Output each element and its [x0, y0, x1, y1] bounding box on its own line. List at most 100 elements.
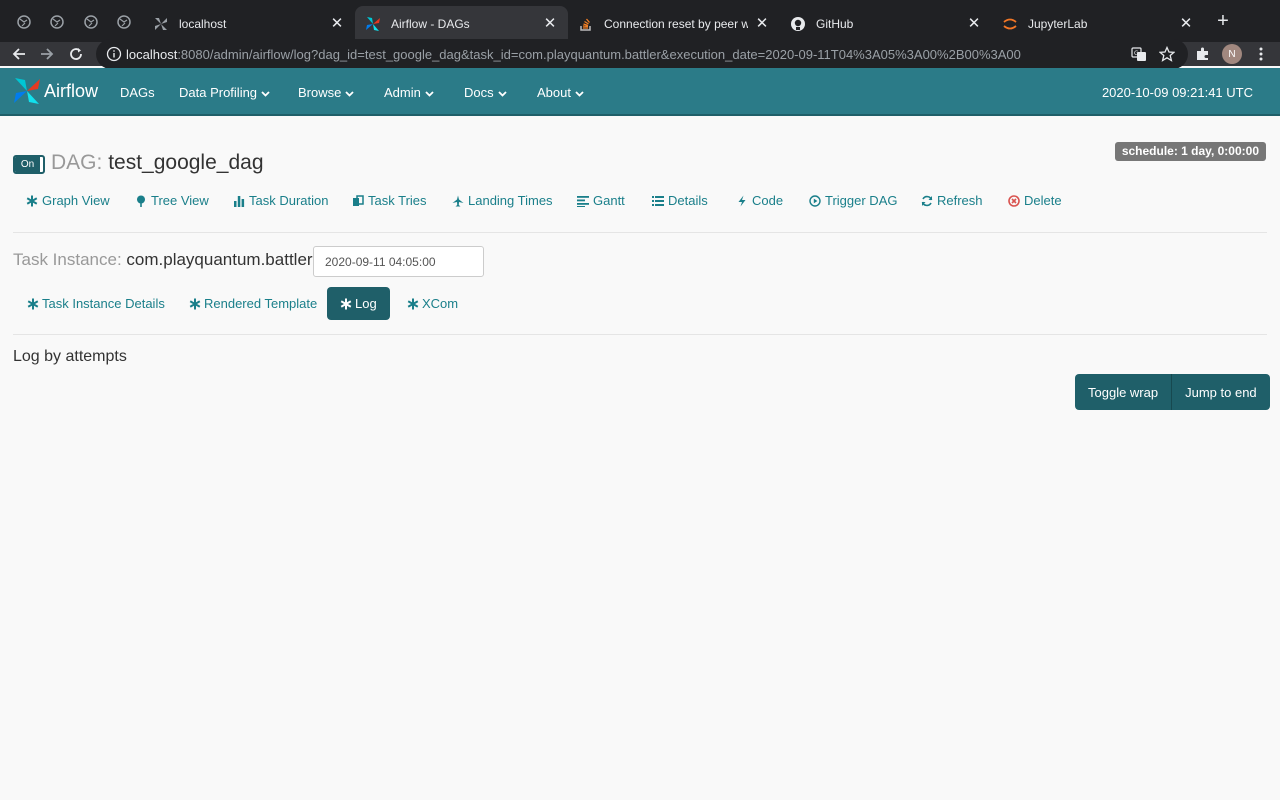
site-info-icon[interactable]	[106, 46, 122, 62]
nav-graph-view[interactable]: Graph View	[26, 193, 110, 208]
remove-circle-icon	[1008, 194, 1020, 207]
execution-date-input[interactable]	[313, 246, 484, 277]
nav-label: Gantt	[593, 193, 625, 208]
browser-tab[interactable]: GitHub ✕	[780, 6, 992, 42]
asterisk-icon	[407, 298, 419, 310]
nav-label: DAGs	[120, 85, 155, 100]
refresh-icon	[921, 195, 933, 207]
asterisk-icon	[27, 298, 39, 310]
dag-on-off-toggle[interactable]: On	[13, 155, 45, 174]
asterisk-icon	[340, 298, 352, 310]
nav-trigger-dag[interactable]: Trigger DAG	[809, 193, 897, 208]
airflow-navbar: Airflow DAGs Data Profiling Browse Admin…	[0, 68, 1280, 116]
plane-icon	[452, 195, 464, 207]
nav-details[interactable]: Details	[652, 193, 708, 208]
chevron-down-icon	[575, 85, 584, 100]
close-tab-icon[interactable]: ✕	[329, 16, 345, 32]
align-left-icon	[577, 195, 589, 207]
tab-label: Log	[355, 296, 377, 311]
browser-tab-active[interactable]: Airflow - DAGs ✕	[355, 6, 568, 42]
tab-title: Airflow - DAGs	[391, 17, 470, 31]
asterisk-icon	[26, 195, 38, 207]
airflow-pinwheel-icon	[153, 16, 169, 32]
back-arrow-icon[interactable]	[9, 44, 29, 64]
tab-rendered-template[interactable]: Rendered Template	[189, 287, 317, 320]
dag-name: test_google_dag	[108, 151, 264, 174]
jump-to-end-button[interactable]: Jump to end	[1172, 374, 1270, 410]
nav-delete[interactable]: Delete	[1008, 193, 1062, 208]
nav-label: Data Profiling	[179, 85, 258, 100]
asterisk-icon	[189, 298, 201, 310]
nav-docs[interactable]: Docs	[464, 85, 507, 100]
tab-label: Task Instance Details	[42, 296, 165, 311]
tab-title: JupyterLab	[1028, 17, 1088, 31]
nav-landing-times[interactable]: Landing Times	[452, 193, 553, 208]
url-text: localhost:8080/admin/airflow/log?dag_id=…	[126, 47, 1021, 62]
translate-icon[interactable]: G	[1131, 46, 1147, 62]
nav-refresh[interactable]: Refresh	[921, 193, 983, 208]
list-icon	[652, 195, 664, 207]
nav-dags[interactable]: DAGs	[120, 85, 155, 100]
tab-xcom[interactable]: XCom	[407, 287, 458, 320]
forward-arrow-icon[interactable]	[37, 44, 57, 64]
extensions-puzzle-icon[interactable]	[1193, 44, 1213, 64]
pinned-tab-globe-icon[interactable]	[13, 11, 35, 33]
flash-icon	[736, 195, 748, 207]
nav-label: Details	[668, 193, 708, 208]
pinned-tab-globe-icon[interactable]	[113, 11, 135, 33]
browser-tab[interactable]: Connection reset by peer wher ✕	[568, 6, 780, 42]
nav-label: Graph View	[42, 193, 110, 208]
nav-label: Docs	[464, 85, 494, 100]
browser-menu-icon[interactable]	[1251, 44, 1271, 64]
profile-avatar[interactable]: N	[1222, 44, 1242, 64]
divider	[13, 232, 1267, 233]
close-tab-icon[interactable]: ✕	[542, 16, 558, 32]
nav-code[interactable]: Code	[736, 193, 783, 208]
schedule-badge: schedule: 1 day, 0:00:00	[1114, 142, 1266, 161]
close-tab-icon[interactable]: ✕	[1178, 16, 1194, 32]
reload-icon[interactable]	[66, 44, 86, 64]
close-tab-icon[interactable]: ✕	[754, 16, 770, 32]
log-heading: Log by attempts	[13, 348, 127, 365]
nav-browse[interactable]: Browse	[298, 85, 354, 100]
stackoverflow-icon	[578, 16, 594, 32]
tab-title: localhost	[179, 17, 227, 31]
toggle-wrap-button[interactable]: Toggle wrap	[1075, 374, 1173, 410]
tab-title: GitHub	[816, 17, 854, 31]
browser-tab[interactable]: localhost ✕	[143, 6, 355, 42]
nav-task-tries[interactable]: Task Tries	[352, 193, 427, 208]
airflow-logo-icon	[14, 78, 40, 104]
new-tab-plus-icon[interactable]: +	[1212, 11, 1234, 33]
dag-title: DAG: test_google_dag	[51, 151, 264, 175]
duplicate-icon	[352, 194, 364, 207]
nav-gantt[interactable]: Gantt	[577, 193, 625, 208]
tab-log[interactable]: Log	[327, 287, 390, 320]
nav-about[interactable]: About	[537, 85, 584, 100]
tab-task-instance-details[interactable]: Task Instance Details	[27, 287, 165, 320]
github-icon	[790, 16, 806, 32]
chevron-down-icon	[497, 85, 507, 100]
nav-label: About	[537, 85, 571, 100]
nav-task-duration[interactable]: Task Duration	[233, 193, 328, 208]
close-tab-icon[interactable]: ✕	[966, 16, 982, 32]
nav-data-profiling[interactable]: Data Profiling	[179, 85, 270, 100]
pinned-tab-globe-icon[interactable]	[46, 11, 68, 33]
pinned-tab-globe-icon[interactable]	[80, 11, 102, 33]
dag-label: DAG:	[51, 151, 103, 174]
nav-admin[interactable]: Admin	[384, 85, 434, 100]
address-bar[interactable]: localhost:8080/admin/airflow/log?dag_id=…	[96, 39, 1188, 69]
nav-label: Code	[752, 193, 784, 208]
nav-label: Refresh	[937, 193, 983, 208]
toggle-label: On	[15, 157, 40, 172]
tree-icon	[135, 195, 147, 207]
svg-text:G: G	[1134, 50, 1139, 57]
browser-tab[interactable]: JupyterLab ✕	[992, 6, 1204, 42]
nav-tree-view[interactable]: Tree View	[135, 193, 209, 208]
browser-tab-strip: localhost ✕ Airflow - DAGs ✕ Connection …	[0, 0, 1280, 42]
nav-label: Admin	[384, 85, 421, 100]
task-instance-name: com.playquantum.battler	[126, 250, 313, 269]
tab-label: XCom	[422, 296, 459, 311]
task-instance-heading: Task Instance: com.playquantum.battler	[13, 250, 313, 270]
bookmark-star-icon[interactable]	[1158, 45, 1176, 62]
airflow-brand[interactable]: Airflow	[12, 76, 98, 106]
